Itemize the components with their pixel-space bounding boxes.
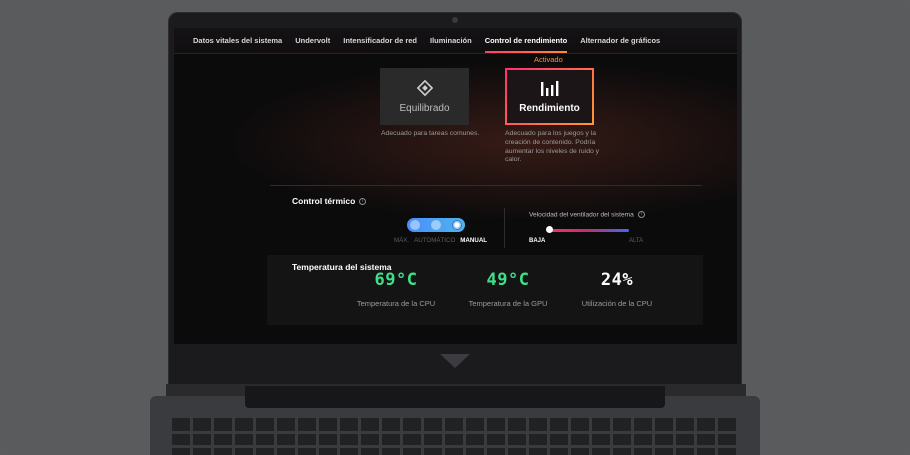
- thermal-mode-labels: MÁX. AUTOMÁTICO MANUAL: [394, 237, 492, 244]
- tab-bar: Datos vitales del sistema Undervolt Inte…: [174, 28, 737, 54]
- thermal-mode-max-dot[interactable]: [410, 220, 420, 230]
- fan-speed-slider-track[interactable]: [547, 229, 629, 232]
- vertical-divider: [504, 208, 505, 248]
- fan-speed-title-text: Velocidad del ventilador del sistema: [529, 211, 634, 219]
- hinge-cover: [245, 386, 665, 408]
- fan-info-icon[interactable]: i: [637, 211, 645, 218]
- tab-lighting[interactable]: Iluminación: [430, 28, 472, 54]
- fan-speed-high-label: ALTA: [629, 238, 644, 244]
- thermal-mode-auto-dot[interactable]: [431, 220, 441, 230]
- fan-speed-title: Velocidad del ventilador del sistema i: [529, 211, 645, 218]
- thermal-mode-manual-dot[interactable]: [452, 220, 462, 230]
- performance-mode-description: Adecuado para los juegos y la creación d…: [505, 130, 600, 164]
- gpu-temperature-label: Temperatura de la GPU: [468, 299, 548, 308]
- info-icon[interactable]: i: [359, 198, 367, 206]
- tab-performance-control[interactable]: Control de rendimiento: [484, 28, 567, 54]
- thermal-option-manual[interactable]: MANUAL: [460, 237, 487, 244]
- keyboard-row-gap: [172, 431, 738, 434]
- performance-mode-label: Rendimiento: [519, 103, 580, 114]
- gpu-temperature-value: 49°C: [486, 270, 530, 290]
- cpu-temperature-value: 69°C: [374, 270, 418, 290]
- tab-undervolt[interactable]: Undervolt: [295, 28, 330, 54]
- webcam: [452, 17, 458, 23]
- thermal-control-title-text: Control térmico: [292, 196, 356, 206]
- app-screen: Datos vitales del sistema Undervolt Inte…: [174, 28, 737, 344]
- brand-logo-icon: [440, 354, 470, 368]
- active-badge: Activado: [534, 55, 563, 64]
- balanced-mode-card[interactable]: Equilibrado: [380, 68, 469, 125]
- fan-speed-low-label: BAJA: [529, 238, 546, 244]
- cpu-temperature-label: Temperatura de la CPU: [356, 299, 436, 308]
- keyboard-row-gap: [172, 445, 738, 448]
- thermal-mode-slider[interactable]: [407, 218, 465, 232]
- cpu-utilization-value: 24%: [600, 270, 634, 290]
- keyboard: [172, 418, 738, 455]
- balanced-mode-label: Equilibrado: [399, 103, 450, 114]
- cpu-utilization-label: Utilización de la CPU: [581, 299, 653, 308]
- thermal-option-max[interactable]: MÁX.: [394, 237, 409, 244]
- fan-speed-slider-handle[interactable]: [546, 226, 553, 233]
- diamond-icon: [416, 79, 434, 97]
- section-divider: [270, 185, 702, 186]
- bar-chart-icon: [540, 79, 560, 97]
- tab-network-booster[interactable]: Intensificador de red: [343, 28, 417, 54]
- thermal-option-auto[interactable]: AUTOMÁTICO: [414, 237, 455, 244]
- tab-graphics-switcher[interactable]: Alternador de gráficos: [580, 28, 660, 54]
- performance-mode-card[interactable]: Rendimiento: [505, 68, 594, 125]
- balanced-mode-description: Adecuado para tareas comunes.: [381, 130, 480, 137]
- tab-system-vitals[interactable]: Datos vitales del sistema: [193, 28, 282, 54]
- thermal-control-title: Control térmico i: [292, 196, 367, 206]
- background-frame: Datos vitales del sistema Undervolt Inte…: [0, 0, 910, 455]
